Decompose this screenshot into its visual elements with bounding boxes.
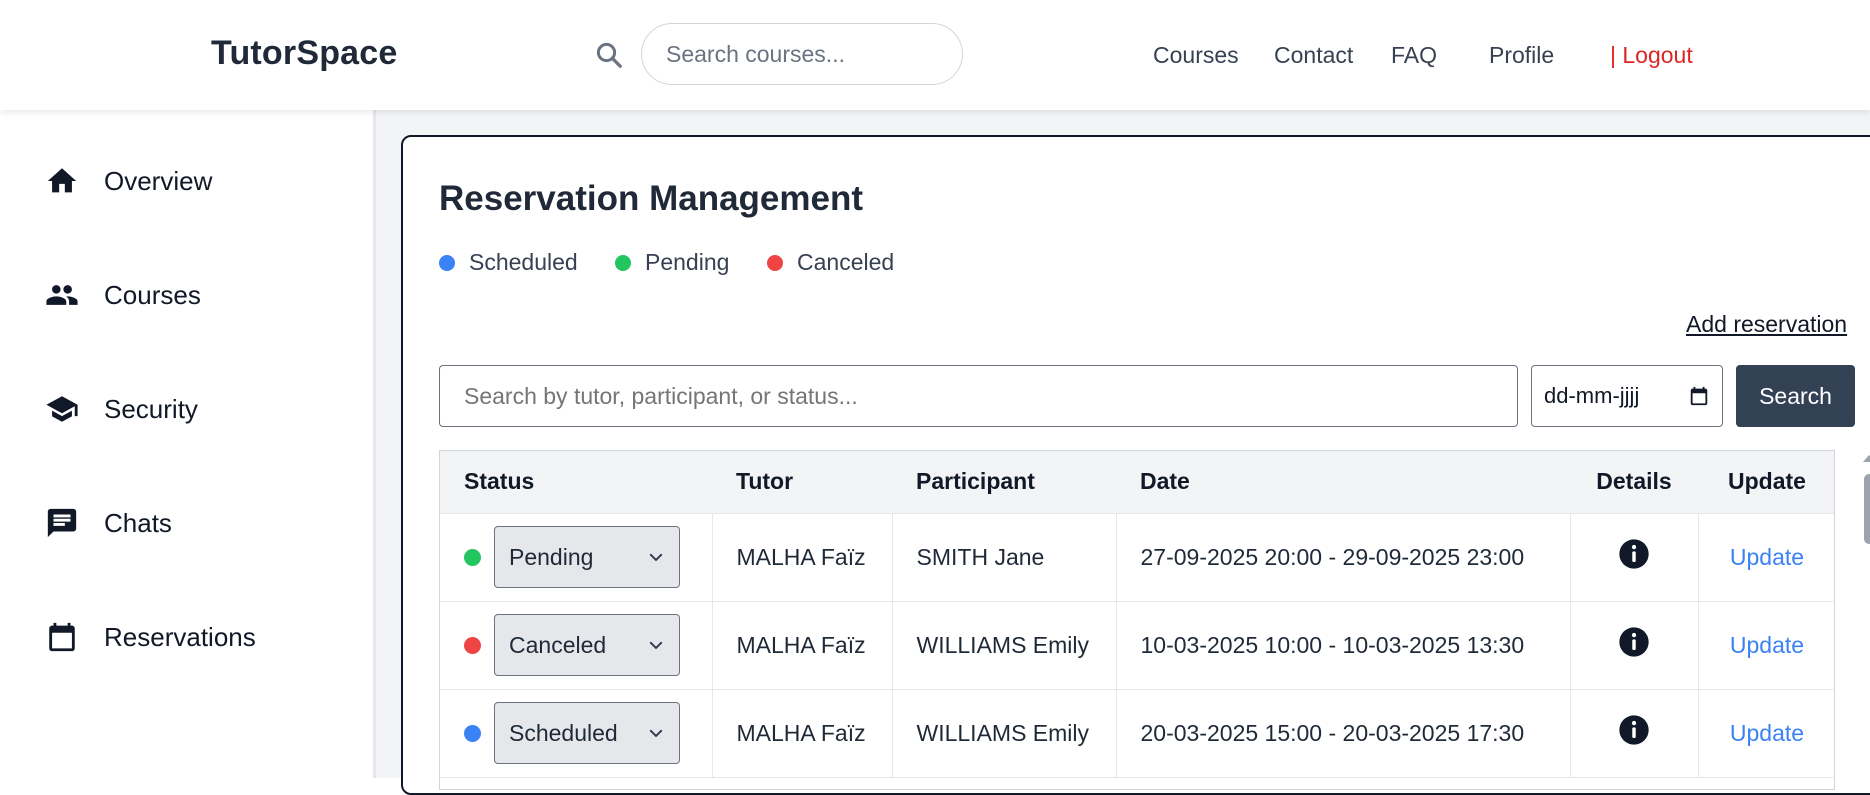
date-cell: 27-09-2025 20:00 - 29-09-2025 23:00 [1116, 513, 1571, 602]
details-cell [1570, 513, 1699, 602]
status-select[interactable]: Scheduled [494, 702, 680, 764]
tutor-cell: MALHA Faïz [712, 513, 893, 602]
status-dot [464, 724, 481, 742]
page-title: Reservation Management [439, 179, 864, 218]
update-cell: Update [1698, 601, 1834, 690]
update-link[interactable]: Update [1730, 720, 1804, 746]
sidebar-item-label: Security [104, 393, 198, 424]
sidebar-item-label: Chats [104, 507, 172, 538]
info-icon[interactable] [1618, 714, 1650, 746]
table-row: Pending MALHA Faïz SMITH Jane 27-09-2025… [440, 513, 1834, 602]
search-button[interactable]: Search [1736, 365, 1855, 427]
chevron-down-icon [649, 553, 663, 561]
calendar-icon[interactable] [1688, 385, 1710, 407]
search-icon[interactable] [594, 40, 624, 70]
app-logo[interactable]: TutorSpace [211, 34, 398, 73]
tutor-cell: MALHA Faïz [712, 601, 893, 690]
update-cell: Update [1698, 513, 1834, 602]
nav-profile[interactable]: Profile [1489, 42, 1554, 69]
sidebar-item-label: Reservations [104, 621, 256, 652]
status-select-value: Scheduled [509, 719, 618, 746]
date-field[interactable]: dd-mm-jjjj [1531, 365, 1723, 427]
sidebar: Overview Courses Security Chats Reservat… [0, 110, 376, 778]
nav-contact[interactable]: Contact [1274, 42, 1353, 69]
status-select-value: Canceled [509, 631, 607, 658]
sidebar-item-courses[interactable]: Courses [44, 275, 201, 315]
sidebar-item-security[interactable]: Security [44, 389, 198, 429]
date-cell: 20-03-2025 15:00 - 20-03-2025 17:30 [1116, 689, 1571, 778]
legend-scheduled: Scheduled [439, 249, 578, 276]
sidebar-item-label: Courses [104, 279, 201, 310]
participant-cell: SMITH Jane [892, 513, 1117, 602]
reservation-search-input[interactable] [439, 365, 1518, 427]
reservations-table: Status Tutor Participant Date Details Up… [439, 450, 1835, 790]
reservation-card: Reservation Management Scheduled Pending… [401, 135, 1870, 795]
graduation-cap-icon [44, 391, 80, 427]
info-icon[interactable] [1618, 538, 1650, 570]
info-icon[interactable] [1618, 626, 1650, 658]
column-header-date: Date [1116, 451, 1570, 514]
sidebar-item-reservations[interactable]: Reservations [44, 617, 256, 657]
date-placeholder: dd-mm-jjjj [1544, 383, 1640, 408]
legend-label: Scheduled [469, 249, 578, 275]
status-cell: Scheduled [440, 689, 713, 778]
people-icon [44, 277, 80, 313]
column-header-update: Update [1698, 451, 1834, 514]
column-header-status: Status [440, 451, 712, 514]
main-content: Reservation Management Scheduled Pending… [376, 110, 1870, 795]
details-cell [1570, 601, 1699, 690]
status-select[interactable]: Pending [494, 526, 680, 588]
details-cell [1570, 689, 1699, 778]
top-header: TutorSpace Courses Contact FAQ Profile |… [0, 0, 1870, 110]
status-dot [464, 636, 481, 654]
home-icon [44, 163, 80, 199]
legend-label: Canceled [797, 249, 895, 275]
sidebar-item-label: Overview [104, 165, 213, 196]
chevron-down-icon [649, 729, 663, 737]
date-cell: 10-03-2025 10:00 - 10-03-2025 13:30 [1116, 601, 1571, 690]
course-search-input[interactable] [641, 23, 963, 85]
status-select[interactable]: Canceled [494, 614, 680, 676]
tutor-cell: MALHA Faïz [712, 689, 893, 778]
update-link[interactable]: Update [1730, 544, 1804, 570]
table-row: Scheduled MALHA Faïz WILLIAMS Emily 20-0… [440, 689, 1834, 778]
chevron-down-icon [649, 641, 663, 649]
column-header-tutor: Tutor [712, 451, 892, 514]
nav-courses[interactable]: Courses [1153, 42, 1239, 69]
column-header-details: Details [1570, 451, 1698, 514]
status-cell: Pending [440, 513, 713, 602]
legend-canceled: Canceled [767, 249, 894, 276]
table-header-row: Status Tutor Participant Date Details Up… [440, 451, 1834, 514]
sidebar-item-overview[interactable]: Overview [44, 161, 212, 201]
participant-cell: WILLIAMS Emily [892, 689, 1117, 778]
status-dot [464, 548, 481, 566]
status-dot [767, 254, 783, 271]
nav-faq[interactable]: FAQ [1391, 42, 1437, 69]
table-row: Canceled MALHA Faïz WILLIAMS Emily 10-03… [440, 601, 1834, 690]
legend-label: Pending [645, 249, 730, 275]
status-select-value: Pending [509, 543, 594, 570]
participant-cell: WILLIAMS Emily [892, 601, 1117, 690]
update-cell: Update [1698, 689, 1834, 778]
status-dot [439, 254, 455, 271]
status-cell: Canceled [440, 601, 713, 690]
table-scrollbar[interactable] [1859, 450, 1870, 790]
status-dot [615, 254, 631, 271]
column-header-participant: Participant [892, 451, 1116, 514]
nav-logout[interactable]: | Logout [1610, 42, 1693, 69]
sidebar-item-chats[interactable]: Chats [44, 503, 172, 543]
calendar-icon [44, 619, 80, 655]
update-link[interactable]: Update [1730, 632, 1804, 658]
legend-pending: Pending [615, 249, 729, 276]
chat-icon [44, 505, 80, 541]
add-reservation-link[interactable]: Add reservation [1686, 311, 1847, 338]
